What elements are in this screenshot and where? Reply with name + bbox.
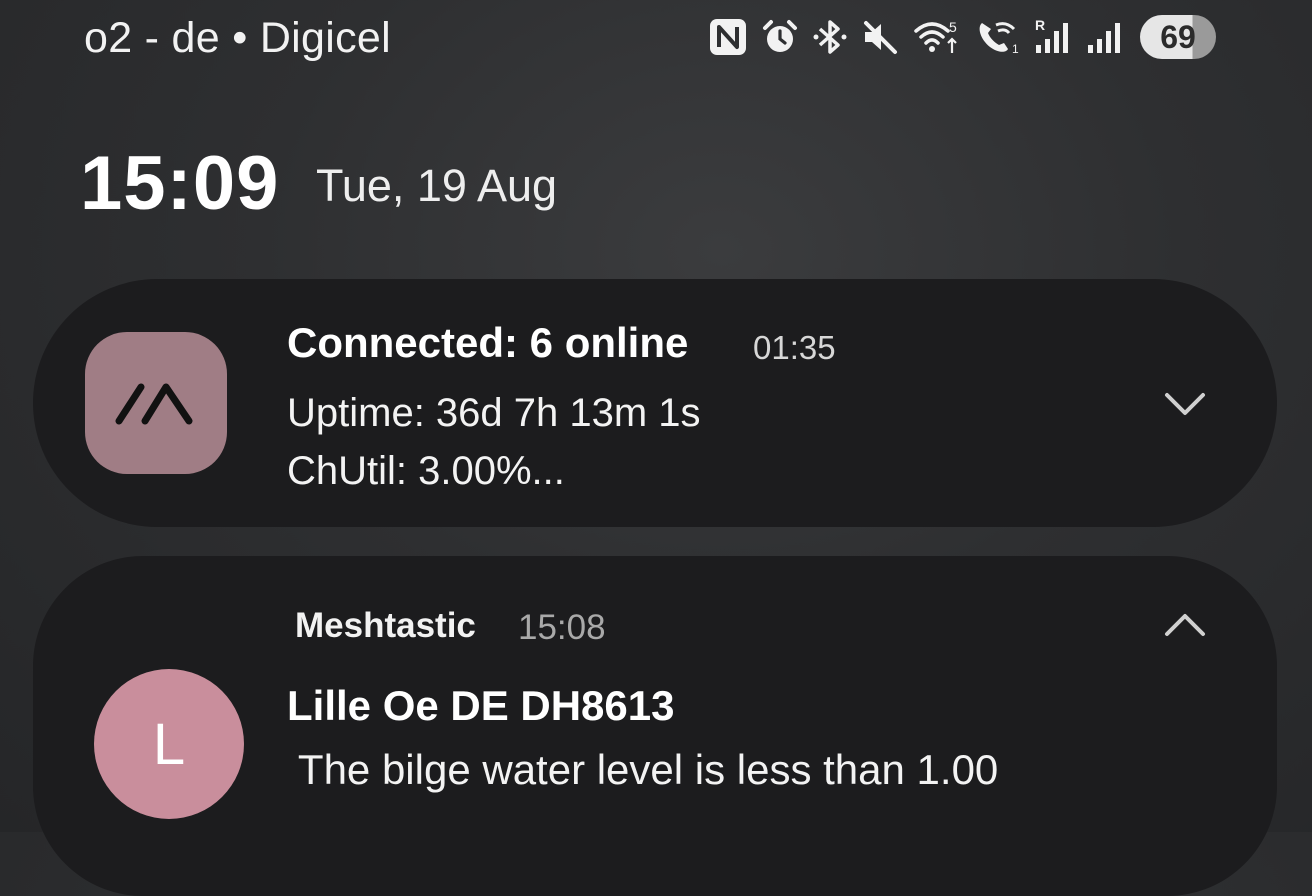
lock-clock: 15:09 [80, 141, 280, 226]
mute-icon [860, 17, 900, 57]
notification-text-uptime: Uptime: 36d 7h 13m 1s [287, 391, 701, 435]
svg-text:5: 5 [949, 19, 957, 35]
svg-text:1: 1 [1012, 42, 1019, 56]
meshtastic-logo-icon [85, 332, 227, 474]
status-icons: 5 1 R 69 [708, 14, 1216, 60]
notification-text-chutil: ChUtil: 3.00%... [287, 449, 565, 493]
notification-card-connected[interactable]: Connected: 6 online 01:35 Uptime: 36d 7h… [33, 279, 1277, 527]
signal-icon [1086, 17, 1126, 57]
wifi-calling-icon: 1 [974, 17, 1022, 57]
wifi-icon: 5 [912, 17, 962, 57]
chevron-down-icon[interactable] [1161, 389, 1209, 419]
notification-title: Connected: 6 online [287, 319, 689, 366]
alarm-icon [760, 17, 800, 57]
chevron-up-icon[interactable] [1161, 610, 1209, 640]
notification-time: 01:35 [753, 329, 836, 366]
notification-time: 15:08 [518, 608, 606, 647]
message-text: The bilge water level is less than 1.00 [287, 746, 999, 793]
nfc-icon [708, 17, 748, 57]
message-sender: Lille Oe DE DH8613 [287, 682, 675, 729]
signal-roaming-icon: R [1034, 17, 1074, 57]
carrier-name: o2 - de • Digicel [84, 14, 391, 62]
battery-indicator: 69 [1140, 15, 1216, 59]
status-bar: o2 - de • Digicel 5 1 R 69 [0, 0, 1312, 80]
notification-card-message[interactable]: Meshtastic 15:08 L Lille Oe DE DH8613 Th… [33, 556, 1277, 896]
notification-app-name: Meshtastic [295, 606, 476, 645]
bluetooth-icon [812, 17, 848, 57]
lock-date: Tue, 19 Aug [316, 160, 558, 211]
avatar: L [94, 669, 244, 819]
svg-text:R: R [1035, 17, 1045, 33]
